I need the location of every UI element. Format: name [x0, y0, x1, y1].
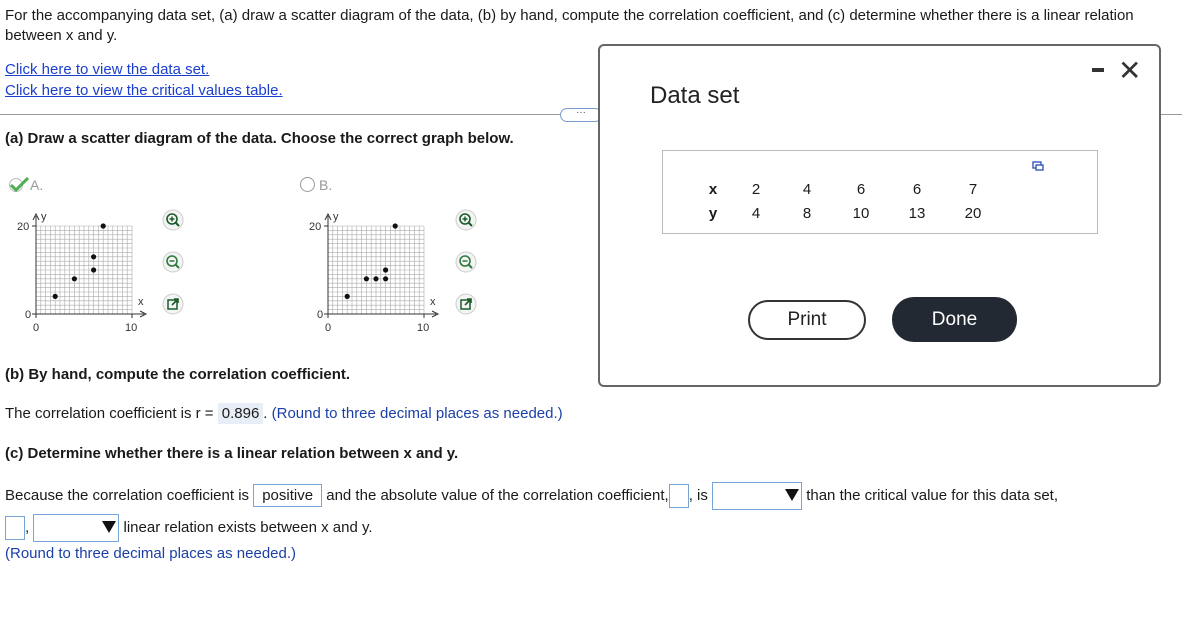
line1-text-b: and the absolute value of the correlatio… [326, 486, 669, 504]
zoom-out-icon[interactable] [455, 251, 477, 273]
table-cell: 2 [751, 180, 761, 198]
check-icon [9, 176, 30, 193]
option-a[interactable]: A. [8, 176, 44, 193]
correlation-answer[interactable]: 0.896 [217, 403, 264, 424]
table-cell: 6 [912, 180, 922, 198]
zoom-in-icon[interactable] [162, 209, 184, 231]
part-c-hint: (Round to three decimal places as needed… [5, 545, 297, 562]
critical-values-link-wrap: Click here to view the critical values t… [5, 82, 283, 99]
part-c-prompt: (c) Determine whether there is a linear … [5, 445, 459, 462]
positive-answer[interactable]: positive [253, 483, 323, 507]
print-button[interactable]: Print [748, 300, 866, 340]
data-point [363, 276, 369, 282]
data-point [71, 276, 77, 282]
dialog-title: Data set [650, 82, 740, 109]
table-cell: 7 [968, 180, 978, 198]
table-cell: 4 [802, 180, 812, 198]
close-icon[interactable]: ✕ [1118, 57, 1141, 85]
option-b-label: B. [319, 177, 333, 193]
x-axis-label: x [138, 296, 144, 308]
zoom-in-icon[interactable] [455, 209, 477, 231]
table-cell: 8 [802, 204, 812, 222]
relation-dropdown[interactable] [33, 514, 120, 542]
data-point [392, 223, 398, 229]
question-text: For the accompanying data set, (a) draw … [5, 7, 1134, 44]
x-header: x [708, 180, 718, 198]
minimize-icon[interactable] [1092, 68, 1104, 72]
expand-graph-icon[interactable] [455, 293, 477, 315]
answer-prefix: The correlation coefficient is r = [5, 405, 214, 422]
y-tick-label: 0 [317, 309, 323, 321]
option-a-label: A. [30, 177, 44, 193]
comparison-dropdown[interactable] [712, 482, 803, 510]
data-point [373, 276, 379, 282]
x-tick-label: 10 [417, 322, 429, 334]
data-point [383, 267, 389, 273]
data-point [344, 293, 350, 299]
abs-r-input[interactable] [668, 484, 689, 508]
line2-comma: , [25, 518, 30, 536]
option-b-radio[interactable] [300, 177, 315, 192]
x-tick-label: 0 [33, 322, 39, 334]
data-table: x 2 4 6 6 7 y 4 8 10 13 20 [695, 177, 1001, 225]
y-axis-label: y [333, 211, 339, 223]
scatter-graph-a[interactable]: y x 20 00 10 [10, 203, 160, 338]
x-tick-label: 0 [325, 322, 331, 334]
y-axis-label: y [41, 211, 47, 223]
table-cell: 10 [852, 204, 870, 222]
part-b-prompt: (b) By hand, compute the correlation coe… [5, 366, 351, 383]
table-row: y 4 8 10 13 20 [695, 201, 1001, 225]
table-cell: 4 [751, 204, 761, 222]
dropdown-arrow-icon [785, 489, 800, 501]
option-b[interactable]: B. [300, 177, 332, 193]
more-button[interactable]: ··· [560, 108, 602, 122]
table-row: x 2 4 6 6 7 [695, 177, 1001, 201]
data-point [100, 223, 106, 229]
line1-text-c: , is [688, 486, 708, 504]
y-header: y [708, 204, 718, 222]
expand-graph-icon[interactable] [162, 293, 184, 315]
line1-text-a: Because the correlation coefficient is [5, 486, 250, 504]
part-a-prompt: (a) Draw a scatter diagram of the data. … [5, 130, 514, 147]
done-button[interactable]: Done [892, 297, 1017, 342]
y-tick-label: 20 [17, 221, 29, 233]
x-axis-label: x [430, 296, 436, 308]
part-b-answer-line: The correlation coefficient is r = 0.896… [5, 403, 563, 424]
dropdown-arrow-icon [102, 521, 117, 533]
data-set-dialog: Data set ✕ x 2 4 6 6 7 y 4 8 10 13 20 Pr… [598, 44, 1161, 387]
data-set-link[interactable]: Click here to view the data set. [5, 61, 209, 78]
line1-text-d: than the critical value for this data se… [806, 486, 1059, 504]
table-cell: 20 [964, 204, 982, 222]
line2-text: linear relation exists between x and y. [123, 518, 373, 536]
y-tick-label: 20 [309, 221, 321, 233]
data-point [52, 293, 58, 299]
critical-values-link[interactable]: Click here to view the critical values t… [5, 82, 283, 99]
critical-value-input[interactable] [5, 516, 25, 540]
scatter-graph-b[interactable]: y x 20 00 10 [302, 203, 452, 338]
data-point [91, 254, 97, 260]
table-cell: 6 [856, 180, 866, 198]
part-c-line1: Because the correlation coefficient is p… [5, 482, 1058, 510]
answer-suffix: . [263, 405, 268, 422]
data-point [383, 276, 389, 282]
y-tick-label: 0 [25, 309, 31, 321]
part-c-line2: , linear relation exists between x and y… [5, 514, 373, 542]
rounding-hint: (Round to three decimal places as needed… [271, 405, 563, 422]
data-point [91, 267, 97, 273]
x-tick-label: 10 [125, 322, 137, 334]
data-set-link-wrap: Click here to view the data set. [5, 61, 209, 78]
copy-icon[interactable] [1032, 161, 1044, 171]
zoom-out-icon[interactable] [162, 251, 184, 273]
table-cell: 13 [908, 204, 926, 222]
